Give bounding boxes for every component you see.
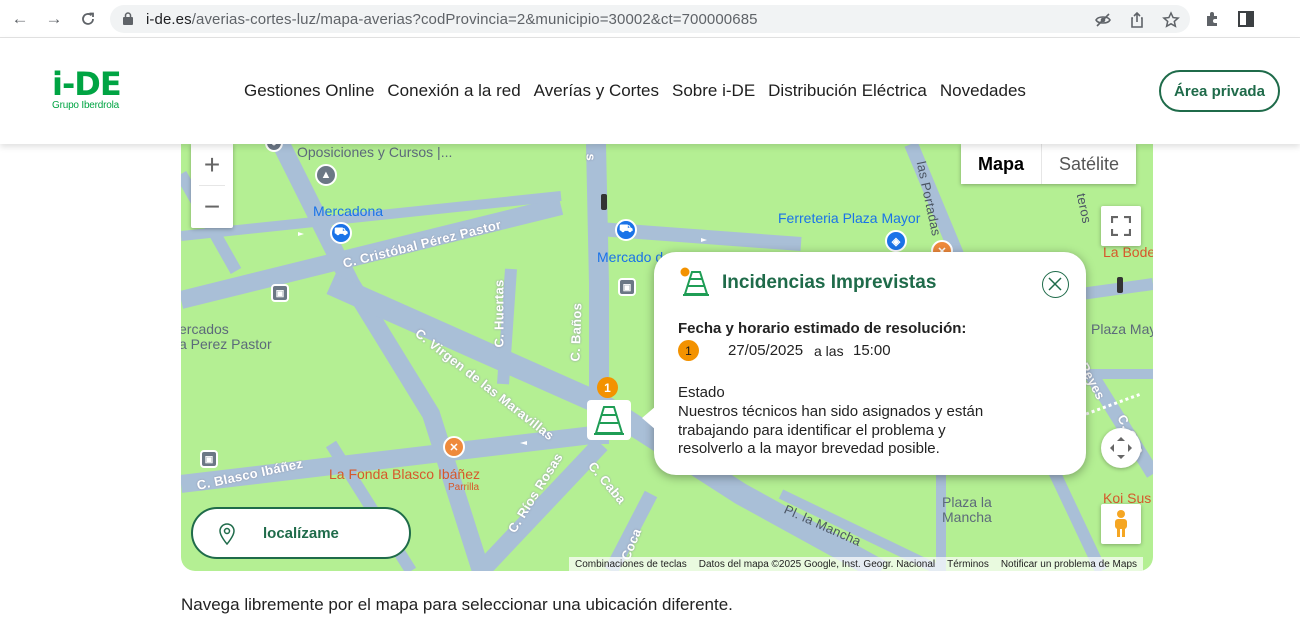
close-icon <box>1048 277 1062 291</box>
keyboard-shortcuts-link[interactable]: Combinaciones de teclas <box>575 559 687 570</box>
logo-text: i-DE <box>52 65 122 103</box>
star-icon[interactable] <box>1162 11 1180 29</box>
map-type-map-button[interactable]: Mapa <box>961 144 1041 184</box>
forward-icon[interactable]: → <box>44 9 64 29</box>
street-label: C. Baños <box>567 302 585 362</box>
url-text: i-de.es/averias-cortes-luz/mapa-averias?… <box>146 11 758 28</box>
zoom-in-button[interactable]: + <box>191 144 233 186</box>
address-bar[interactable]: i-de.es/averias-cortes-luz/mapa-averias?… <box>110 5 1190 33</box>
area-privada-button[interactable]: Área privada <box>1159 70 1280 112</box>
poi-label[interactable]: La Bode <box>1103 244 1153 260</box>
pegman-icon <box>1115 510 1127 537</box>
map-type-satellite-button[interactable]: Satélite <box>1041 144 1136 184</box>
map-data-text: Datos del mapa ©2025 Google, Inst. Geogr… <box>698 558 936 570</box>
state-text: Nuestros técnicos han sido asignados y e… <box>678 403 984 457</box>
resolution-time: 15:00 <box>853 342 891 359</box>
terms-link[interactable]: Términos <box>947 559 989 570</box>
back-icon[interactable]: ← <box>10 9 30 29</box>
share-icon[interactable] <box>1128 11 1146 29</box>
poi-label[interactable]: Ferreteria Plaza Mayor <box>778 210 920 226</box>
resolution-connector: a las <box>814 343 844 359</box>
fullscreen-icon <box>1111 216 1131 236</box>
traffic-cone-icon <box>680 267 709 296</box>
poi-sublabel: Parrilla <box>448 482 480 493</box>
poi-label[interactable]: Plaza May <box>1091 321 1153 337</box>
localize-button[interactable]: localízame <box>191 507 411 559</box>
map-type-control: Mapa Satélite <box>961 144 1137 184</box>
poi-label[interactable]: ercados <box>181 321 229 337</box>
site-header: i-DE Grupo Iberdrola Gestiones Online Co… <box>0 38 1300 144</box>
education-icon[interactable]: ▲ <box>315 164 337 186</box>
reload-icon[interactable] <box>78 9 98 29</box>
localize-label: localízame <box>263 525 339 542</box>
traffic-cone-icon <box>594 406 624 435</box>
traffic-light-icon <box>1117 277 1123 293</box>
street-label: C. Huertas <box>491 279 507 348</box>
shopping-cart-icon[interactable]: ⛟ <box>615 219 637 241</box>
logo-subtitle: Grupo Iberdrola <box>52 100 120 111</box>
lock-icon <box>123 12 133 25</box>
close-button[interactable] <box>1042 271 1069 298</box>
incident-popup: Incidencias Imprevistas Fecha y horario … <box>642 252 1086 475</box>
nav-sobre-ide[interactable]: Sobre i-DE <box>672 81 755 101</box>
move-arrows-icon <box>1110 437 1132 459</box>
bus-stop-icon[interactable]: ▣ <box>271 284 289 302</box>
traffic-light-icon <box>601 194 607 210</box>
browser-toolbar: ← → i-de.es/averias-cortes-luz/mapa-aver… <box>0 0 1300 38</box>
camera-control-button[interactable] <box>1101 428 1141 468</box>
resolution-heading: Fecha y horario estimado de resolución: <box>678 320 967 337</box>
logo[interactable]: i-DE Grupo Iberdrola <box>52 65 122 111</box>
poi-label[interactable]: Oposiciones y Cursos |... <box>297 144 452 160</box>
zoom-out-button[interactable]: − <box>191 186 233 228</box>
popup-tail <box>642 406 656 430</box>
shopping-cart-icon[interactable]: ⛟ <box>330 222 352 244</box>
sidepanel-icon[interactable] <box>1237 10 1255 28</box>
extensions-icon[interactable] <box>1204 10 1222 28</box>
fullscreen-button[interactable] <box>1101 206 1141 246</box>
popup-title: Incidencias Imprevistas <box>722 272 937 293</box>
street-view-button[interactable] <box>1101 504 1141 544</box>
nav-conexion-red[interactable]: Conexión a la red <box>387 81 520 101</box>
report-problem-link[interactable]: Notificar un problema de Maps <box>1001 559 1137 570</box>
divider <box>199 185 225 186</box>
nav-averias-cortes[interactable]: Averías y Cortes <box>534 81 659 101</box>
nav-distribucion-electrica[interactable]: Distribución Eléctrica <box>768 81 927 101</box>
incident-number-badge: 1 <box>678 340 699 361</box>
eye-off-icon[interactable] <box>1094 11 1112 29</box>
resolution-date: 27/05/2025 <box>728 342 804 359</box>
bus-stop-icon[interactable]: ▣ <box>618 278 636 296</box>
nav-gestiones-online[interactable]: Gestiones Online <box>244 81 374 101</box>
street-label: s <box>583 153 599 162</box>
poi-label[interactable]: Mercadona <box>313 203 383 219</box>
map-instructions: Navega libremente por el mapa para selec… <box>181 595 733 614</box>
restaurant-icon[interactable]: ✕ <box>443 436 465 458</box>
poi-label[interactable]: Plaza la <box>942 494 992 510</box>
store-icon[interactable]: ◈ <box>885 230 907 252</box>
incident-count-badge[interactable]: 1 <box>597 377 618 398</box>
poi-label[interactable]: a Perez Pastor <box>181 336 272 352</box>
poi-label[interactable]: La Fonda Blasco Ibáñez <box>329 466 480 482</box>
incident-marker[interactable] <box>587 400 631 440</box>
zoom-control: + − <box>191 144 233 228</box>
bus-stop-icon[interactable]: ▣ <box>200 450 218 468</box>
poi-label[interactable]: Mancha <box>942 509 992 525</box>
location-pin-icon <box>219 523 235 545</box>
main-nav: Gestiones Online Conexión a la red Averí… <box>244 81 1026 101</box>
nav-novedades[interactable]: Novedades <box>940 81 1026 101</box>
map-attribution: Combinaciones de teclas Datos del mapa ©… <box>569 557 1144 571</box>
state-heading: Estado <box>678 384 725 401</box>
